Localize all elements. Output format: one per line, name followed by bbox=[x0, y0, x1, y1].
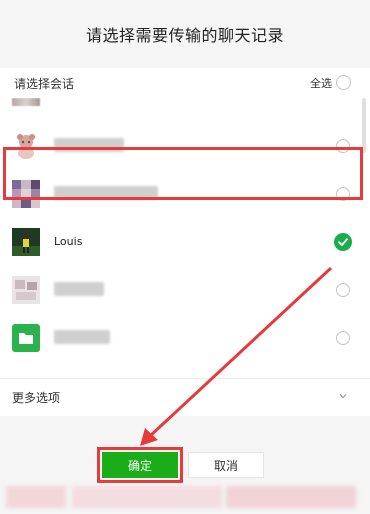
more-options-row[interactable]: 更多选项 bbox=[0, 378, 370, 416]
list-item[interactable] bbox=[0, 266, 362, 314]
avatar bbox=[12, 276, 40, 304]
conversation-name bbox=[54, 282, 104, 296]
list-item[interactable] bbox=[0, 122, 362, 170]
blurred-decoration bbox=[6, 486, 66, 508]
list-item[interactable] bbox=[0, 170, 362, 218]
conversation-name bbox=[54, 186, 158, 200]
select-conversation-label: 请选择会话 bbox=[14, 76, 75, 91]
conversation-panel: 请选择会话 全选 Louis 更多选项 bbox=[0, 68, 370, 416]
list-item[interactable] bbox=[0, 314, 362, 362]
conversation-name bbox=[54, 138, 124, 152]
list-item[interactable]: Louis bbox=[0, 218, 362, 266]
avatar bbox=[12, 132, 40, 160]
select-header: 请选择会话 全选 bbox=[0, 68, 370, 98]
conversation-radio[interactable] bbox=[336, 139, 350, 153]
avatar bbox=[12, 180, 40, 208]
conversation-radio[interactable] bbox=[336, 283, 350, 297]
blurred-decoration bbox=[226, 486, 356, 508]
checked-icon[interactable] bbox=[334, 233, 352, 251]
cancel-button[interactable]: 取消 bbox=[188, 452, 264, 478]
blurred-decoration bbox=[72, 486, 222, 508]
scrollbar[interactable] bbox=[362, 98, 366, 153]
avatar bbox=[12, 98, 40, 106]
conversation-name bbox=[54, 330, 110, 344]
conversation-name: Louis bbox=[54, 235, 83, 248]
conversation-list[interactable]: Louis bbox=[0, 98, 370, 368]
dialog-title: 请选择需要传输的聊天记录 bbox=[0, 0, 370, 68]
avatar bbox=[12, 324, 40, 352]
more-options-label: 更多选项 bbox=[12, 391, 61, 405]
conversation-radio[interactable] bbox=[336, 331, 350, 345]
chevron-down-icon bbox=[339, 394, 347, 399]
select-all-radio[interactable] bbox=[336, 75, 351, 90]
confirm-button[interactable]: 确定 bbox=[102, 452, 178, 478]
conversation-radio[interactable] bbox=[336, 187, 350, 201]
select-all-label[interactable]: 全选 bbox=[310, 75, 332, 91]
avatar bbox=[12, 228, 40, 256]
